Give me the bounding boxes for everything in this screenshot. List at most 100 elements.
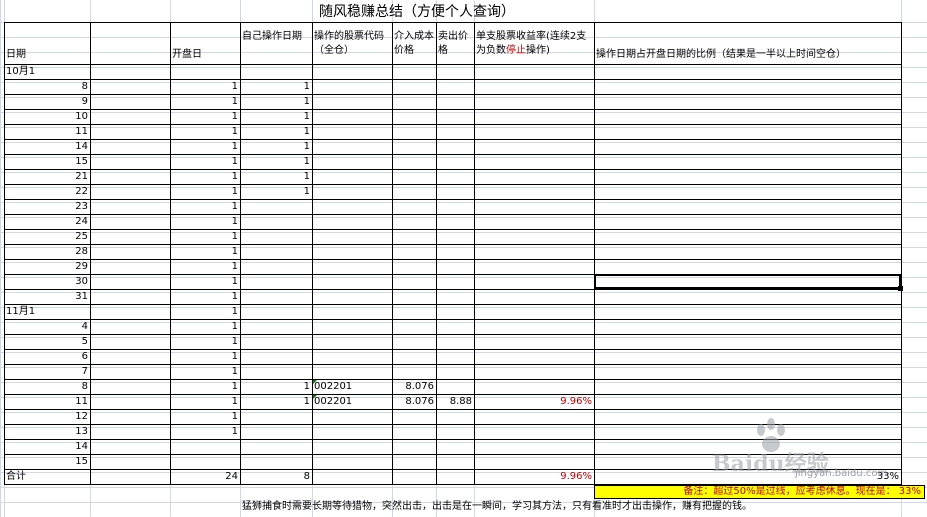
cell-return-rate[interactable] bbox=[474, 125, 594, 139]
cell-own-op-day[interactable] bbox=[240, 335, 312, 349]
cell-date[interactable]: 30 bbox=[4, 275, 90, 289]
cell-return-rate[interactable] bbox=[474, 440, 594, 454]
cell-date[interactable]: 10月1 bbox=[4, 65, 90, 79]
cell-entry-cost[interactable] bbox=[392, 425, 436, 439]
cell-stock-code[interactable] bbox=[312, 200, 392, 214]
cell-own-op-day[interactable]: 1 bbox=[240, 185, 312, 199]
header-own-op-day[interactable]: 自己操作日期 bbox=[240, 30, 312, 64]
cell-sell-price[interactable] bbox=[436, 290, 474, 304]
cell-open-day[interactable]: 1 bbox=[170, 125, 240, 139]
cell-sell-price[interactable] bbox=[436, 365, 474, 379]
cell-return-rate[interactable] bbox=[474, 185, 594, 199]
cell-date[interactable]: 6 bbox=[4, 350, 90, 364]
cell-stock-code[interactable]: 002201 bbox=[312, 395, 392, 409]
cell-entry-cost[interactable]: 8.076 bbox=[392, 380, 436, 394]
cell-sell-price[interactable] bbox=[436, 125, 474, 139]
cell-return-rate[interactable] bbox=[474, 380, 594, 394]
cell-sell-price[interactable] bbox=[436, 245, 474, 259]
cell-open-day[interactable]: 1 bbox=[170, 245, 240, 259]
cell-open-day[interactable] bbox=[170, 440, 240, 454]
cell-date[interactable]: 15 bbox=[4, 455, 90, 469]
cell-date[interactable]: 28 bbox=[4, 245, 90, 259]
cell-sell-price[interactable] bbox=[436, 380, 474, 394]
cell-sell-price[interactable] bbox=[436, 425, 474, 439]
cell-own-op-day[interactable] bbox=[240, 455, 312, 469]
cell-return-rate[interactable] bbox=[474, 110, 594, 124]
footer-text[interactable]: 猛狮捕食时需要长期等待猎物，突然出击，出击是在一瞬间，学习其方法，只有看准时才出… bbox=[240, 500, 840, 516]
cell-open-day[interactable]: 1 bbox=[170, 185, 240, 199]
cell-own-op-day[interactable]: 1 bbox=[240, 170, 312, 184]
cell-date[interactable]: 8 bbox=[4, 80, 90, 94]
cell-return-rate[interactable] bbox=[474, 245, 594, 259]
cell-stock-code[interactable] bbox=[312, 335, 392, 349]
cell-open-day[interactable]: 1 bbox=[170, 80, 240, 94]
cell-stock-code[interactable] bbox=[312, 305, 392, 319]
cell-own-op-day[interactable] bbox=[240, 230, 312, 244]
cell-stock-code[interactable] bbox=[312, 455, 392, 469]
cell-stock-code[interactable] bbox=[312, 290, 392, 304]
cell-sell-price[interactable] bbox=[436, 65, 474, 79]
cell-return-rate[interactable] bbox=[474, 425, 594, 439]
cell-entry-cost[interactable] bbox=[392, 200, 436, 214]
cell-date[interactable]: 7 bbox=[4, 365, 90, 379]
cell-entry-cost[interactable] bbox=[392, 305, 436, 319]
cell-open-day[interactable]: 1 bbox=[170, 305, 240, 319]
cell-return-rate[interactable] bbox=[474, 170, 594, 184]
cell-sell-price[interactable] bbox=[436, 440, 474, 454]
cell-own-op-day[interactable]: 1 bbox=[240, 155, 312, 169]
cell-own-op-day[interactable]: 1 bbox=[240, 80, 312, 94]
cell-stock-code[interactable] bbox=[312, 350, 392, 364]
cell-sell-price[interactable] bbox=[436, 320, 474, 334]
cell-return-rate[interactable] bbox=[474, 260, 594, 274]
cell-own-op-day[interactable] bbox=[240, 440, 312, 454]
cell-return-rate[interactable] bbox=[474, 410, 594, 424]
cell-return-rate[interactable] bbox=[474, 335, 594, 349]
cell-stock-code[interactable] bbox=[312, 80, 392, 94]
cell-sell-price[interactable] bbox=[436, 140, 474, 154]
cell-stock-code[interactable] bbox=[312, 260, 392, 274]
cell-entry-cost[interactable] bbox=[392, 275, 436, 289]
cell-entry-cost[interactable]: 8.076 bbox=[392, 395, 436, 409]
cell-return-rate[interactable] bbox=[474, 305, 594, 319]
cell-own-op-day[interactable]: 1 bbox=[240, 95, 312, 109]
cell-sell-price[interactable] bbox=[436, 155, 474, 169]
cell-open-day[interactable]: 1 bbox=[170, 140, 240, 154]
cell-stock-code[interactable] bbox=[312, 155, 392, 169]
header-return-rate[interactable]: 单支股票收益率(连续2支为负数停止操作) bbox=[474, 30, 594, 64]
cell-return-rate[interactable] bbox=[474, 320, 594, 334]
cell-sell-price[interactable] bbox=[436, 230, 474, 244]
cell-open-day[interactable]: 1 bbox=[170, 380, 240, 394]
cell-own-op-day[interactable] bbox=[240, 410, 312, 424]
cell-entry-cost[interactable] bbox=[392, 365, 436, 379]
cell-open-day[interactable]: 1 bbox=[170, 425, 240, 439]
cell-date[interactable]: 4 bbox=[4, 320, 90, 334]
total-return-rate[interactable]: 9.96% bbox=[474, 470, 594, 485]
cell-stock-code[interactable] bbox=[312, 140, 392, 154]
cell-return-rate[interactable] bbox=[474, 80, 594, 94]
cell-sell-price[interactable] bbox=[436, 260, 474, 274]
cell-entry-cost[interactable] bbox=[392, 95, 436, 109]
cell-open-day[interactable]: 1 bbox=[170, 215, 240, 229]
cell-own-op-day[interactable] bbox=[240, 350, 312, 364]
cell-return-rate[interactable]: 9.96% bbox=[474, 395, 594, 409]
cell-sell-price[interactable] bbox=[436, 455, 474, 469]
cell-return-rate[interactable] bbox=[474, 350, 594, 364]
cell-entry-cost[interactable] bbox=[392, 140, 436, 154]
cell-date[interactable]: 11月1 bbox=[4, 305, 90, 319]
cell-date[interactable]: 11 bbox=[4, 125, 90, 139]
cell-return-rate[interactable] bbox=[474, 290, 594, 304]
cell-return-rate[interactable] bbox=[474, 455, 594, 469]
cell-entry-cost[interactable] bbox=[392, 230, 436, 244]
cell-date[interactable]: 10 bbox=[4, 110, 90, 124]
cell-date[interactable]: 23 bbox=[4, 200, 90, 214]
cell-open-day[interactable]: 1 bbox=[170, 395, 240, 409]
cell-date[interactable]: 8 bbox=[4, 380, 90, 394]
cell-date[interactable]: 11 bbox=[4, 395, 90, 409]
cell-open-day[interactable]: 1 bbox=[170, 95, 240, 109]
cell-entry-cost[interactable] bbox=[392, 125, 436, 139]
header-ratio[interactable]: 操作日期占开盘日期的比例（结果是一半以上时间空仓） bbox=[594, 48, 901, 64]
cell-own-op-day[interactable]: 1 bbox=[240, 395, 312, 409]
cell-sell-price[interactable] bbox=[436, 305, 474, 319]
cell-date[interactable]: 14 bbox=[4, 440, 90, 454]
cell-sell-price[interactable] bbox=[436, 185, 474, 199]
